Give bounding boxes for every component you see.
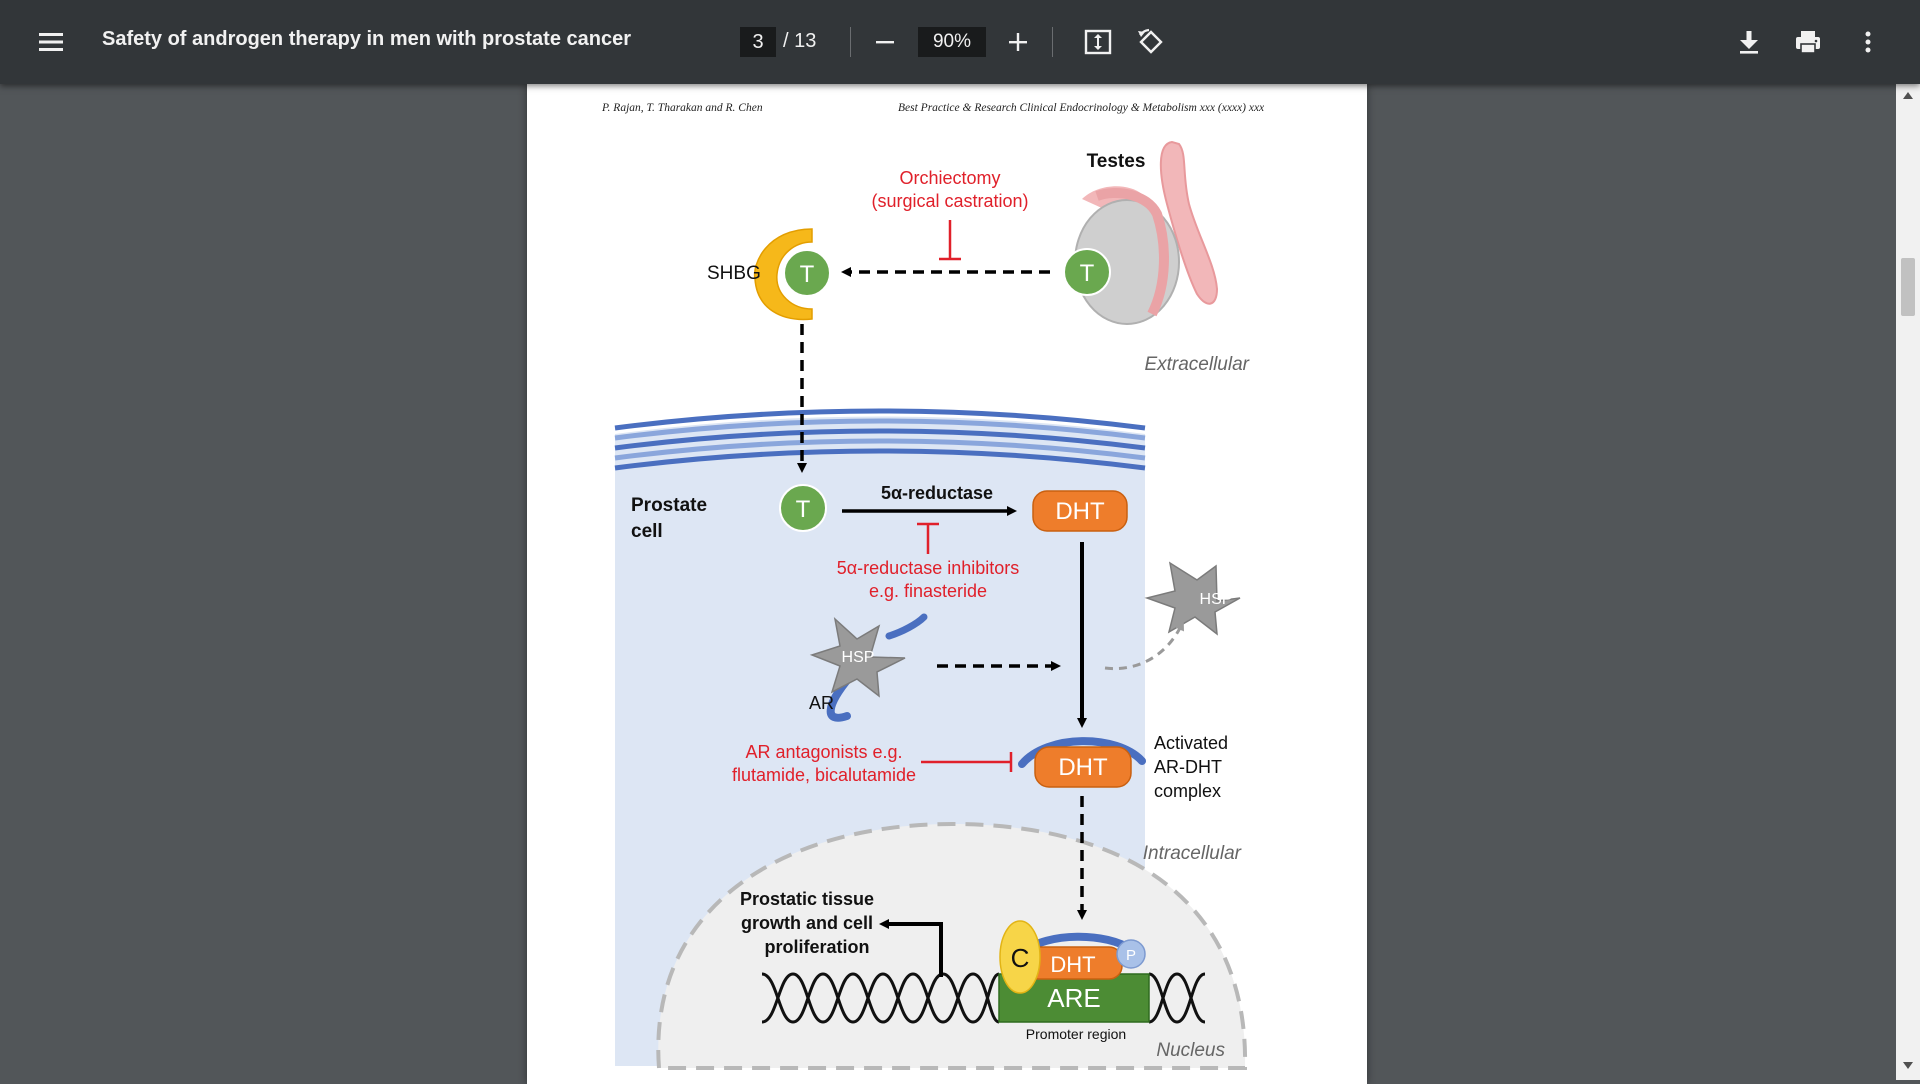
t-label: T [796,496,811,523]
ar-antagonist-example: flutamide, bicalutamide [732,765,916,785]
growth-label: Prostatic tissue [740,889,874,909]
pdf-page: P. Rajan, T. Tharakan and R. Chen Best P… [527,84,1367,1084]
dht-label: DHT [1058,754,1108,781]
vertical-scrollbar[interactable] [1896,84,1920,1080]
toolbar-divider [850,27,851,57]
prostate-cell-sublabel: cell [631,521,663,542]
activated-ar-dht-complex: DHT [1018,737,1146,788]
scroll-up-icon[interactable] [1903,92,1913,99]
hsp-released: HSP [1144,561,1241,636]
ar-antagonist-label: AR antagonists e.g. [745,742,902,762]
are-label: ARE [1047,983,1100,1013]
plus-icon[interactable] [1003,27,1033,57]
rotate-icon[interactable] [1136,27,1166,57]
ar-label: AR [809,693,834,713]
hamburger-menu-icon[interactable] [36,27,66,57]
fit-to-page-icon[interactable] [1083,27,1113,57]
print-icon[interactable] [1793,27,1823,57]
complex-label: Activated [1154,733,1228,753]
shbg-complex: T [753,228,831,321]
promoter-label: Promoter region [1026,1026,1126,1042]
extracellular-label: Extracellular [1144,354,1249,375]
scrollbar-thumb[interactable] [1901,258,1915,316]
hsp-label: HSP [1200,591,1233,608]
hsp-label: HSP [842,649,875,666]
t-label: T [800,261,815,288]
androgen-pathway-figure: T Orchiectomy (surgical castration) Test… [614,140,1250,1070]
shbg-label: SHBG [707,263,761,284]
page-count: / 13 [783,30,817,52]
toolbar-divider [1052,27,1053,57]
download-icon[interactable] [1734,27,1764,57]
testosterone-circle-cell: T [779,484,827,532]
complex-label-2: AR-DHT [1154,757,1222,777]
prostate-cell-label: Prostate [631,495,707,516]
dht-label: DHT [1050,952,1095,977]
reductase-inhibitor-label: 5α-reductase inhibitors [837,558,1020,578]
zoom-level[interactable]: 90% [918,27,986,57]
reductase-label: 5α-reductase [881,483,993,503]
complex-label-3: complex [1154,781,1221,801]
phosphate-p: P [1116,939,1146,969]
document-title: Safety of androgen therapy in men with p… [102,28,632,50]
c-label: C [1011,943,1030,973]
more-vertical-icon[interactable] [1853,27,1883,57]
scroll-down-icon[interactable] [1903,1062,1913,1069]
testosterone-circle-testes: T [1063,248,1111,296]
coactivator-c: C [999,920,1041,994]
intracellular-label: Intracellular [1143,843,1242,864]
page-number-input[interactable] [740,27,776,57]
growth-label-3: proliferation [764,937,869,957]
dht-label: DHT [1055,498,1105,525]
p-label: P [1126,947,1136,964]
dht-box: DHT [1032,490,1128,532]
testes-label: Testes [1087,151,1146,172]
orchiectomy-sublabel: (surgical castration) [871,191,1028,211]
orchiectomy-label: Orchiectomy [899,168,1000,188]
nucleus-label: Nucleus [1156,1040,1225,1061]
growth-label-2: growth and cell [741,913,873,933]
pdf-toolbar: Safety of androgen therapy in men with p… [0,0,1920,84]
reductase-inhibitor-example: e.g. finasteride [869,581,987,601]
t-label: T [1080,260,1095,287]
minus-icon[interactable] [870,27,900,57]
